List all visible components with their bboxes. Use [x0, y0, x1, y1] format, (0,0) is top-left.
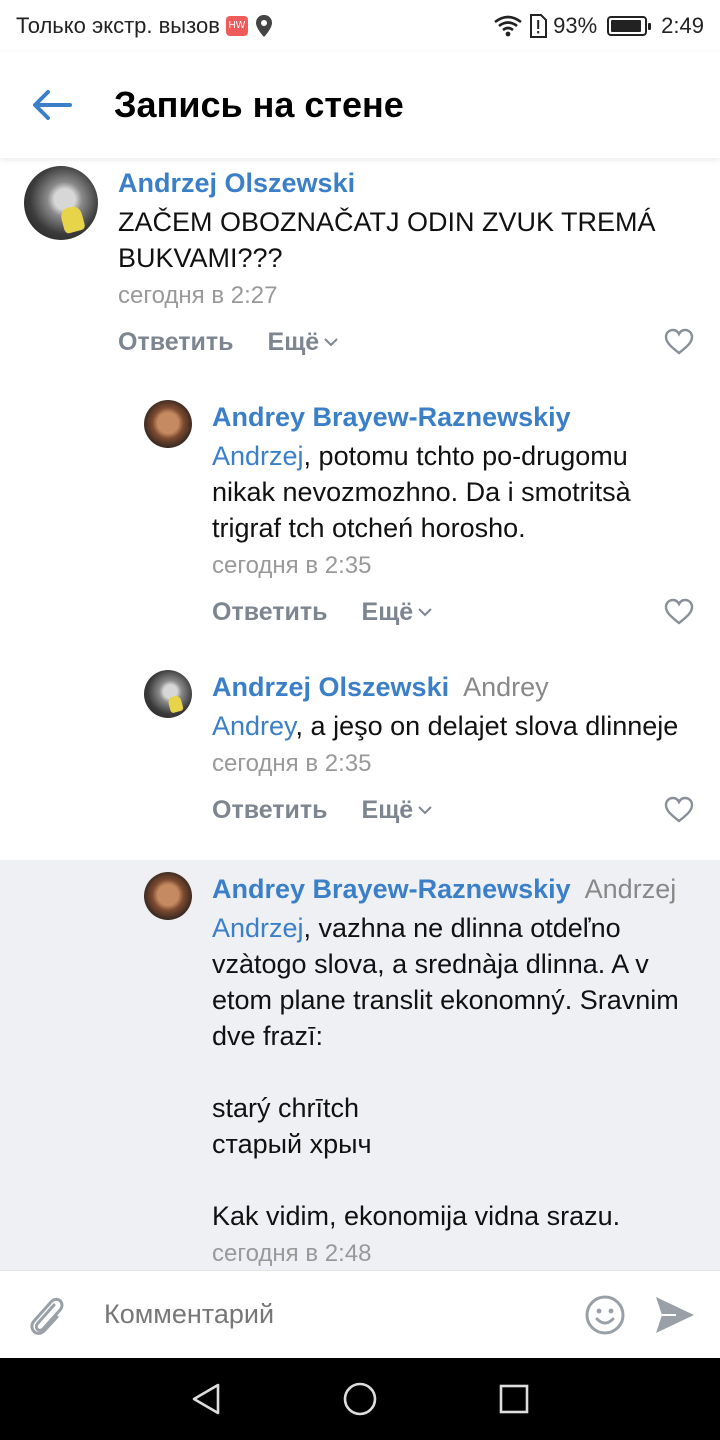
chevron-down-icon	[418, 806, 432, 815]
reply-button[interactable]: Ответить	[118, 328, 234, 357]
author-name[interactable]: Andrzej Olszewski	[212, 672, 449, 702]
more-label: Ещё	[267, 327, 320, 356]
mention-link[interactable]: Andrzej	[212, 441, 304, 471]
avatar[interactable]	[144, 872, 192, 920]
mention-link[interactable]: Andrey	[212, 711, 296, 741]
comment-text-content: , vazhna ne dlinna otdeľno vzàtogo slova…	[212, 913, 679, 1231]
emoji-smile-icon[interactable]	[584, 1294, 626, 1336]
comment-text: Andrey, a jeşo on delajet slova dlinneje	[212, 708, 694, 744]
comment-input[interactable]	[104, 1299, 584, 1330]
comment-item: Andrzej Olszewski ZAČEM OBOZNAČATJ ODIN …	[0, 158, 720, 386]
comments-list[interactable]: Andrzej Olszewski ZAČEM OBOZNAČATJ ODIN …	[0, 158, 720, 1270]
reply-button[interactable]: Ответить	[212, 598, 328, 627]
nav-recents-icon[interactable]	[498, 1383, 530, 1415]
more-label: Ещё	[361, 795, 414, 824]
comment-actions: Ответить Ещё	[212, 790, 694, 830]
wifi-icon	[494, 15, 522, 37]
comment-item-highlighted: Andrey Brayew-Raznewskiy Andrzej Andrzej,…	[0, 860, 720, 1270]
comment-item: Andrzej Olszewski Andrey Andrey, a jeşo o…	[0, 662, 720, 860]
comment-time: сегодня в 2:35	[212, 750, 372, 777]
comment-time: сегодня в 2:35	[212, 552, 372, 579]
comment-actions: Ответить Ещё	[212, 592, 694, 632]
like-heart-icon[interactable]	[664, 598, 694, 626]
status-right: 93% 2:49	[493, 13, 704, 39]
attach-paperclip-icon[interactable]	[24, 1291, 68, 1339]
nav-back-icon[interactable]	[190, 1382, 222, 1416]
send-icon[interactable]	[654, 1295, 696, 1335]
comment-body: Andrey Brayew-Raznewskiy Andrzej, potomu…	[212, 400, 694, 632]
app-header: Запись на стене	[0, 52, 720, 158]
system-nav-bar	[0, 1358, 720, 1440]
more-button[interactable]: Ещё	[362, 796, 434, 825]
author-name[interactable]: Andrey Brayew-Raznewskiy	[212, 874, 571, 904]
comment-body: Andrey Brayew-Raznewskiy Andrzej Andrzej,…	[212, 872, 694, 1270]
page-title: Запись на стене	[114, 84, 404, 125]
chevron-down-icon	[418, 608, 432, 617]
location-icon	[255, 15, 272, 37]
chevron-down-icon	[324, 338, 338, 347]
comment-text: ZAČEM OBOZNAČATJ ODIN ZVUK TREMÁ BUKVAMI…	[118, 204, 694, 276]
reply-button[interactable]: Ответить	[212, 796, 328, 825]
comment-text-content: ZAČEM OBOZNAČATJ ODIN ZVUK TREMÁ BUKVAMI…	[118, 207, 664, 273]
comment-body: Andrzej Olszewski Andrey Andrey, a jeşo o…	[212, 670, 694, 830]
comment-item: Andrey Brayew-Raznewskiy Andrzej, potomu…	[0, 386, 720, 662]
status-left: Только экстр. вызов HW	[16, 13, 274, 39]
nav-home-icon[interactable]	[342, 1381, 378, 1417]
battery-percent: 93%	[553, 13, 598, 38]
avatar[interactable]	[24, 166, 98, 240]
carrier-text: Только экстр. вызов	[16, 13, 220, 38]
avatar[interactable]	[144, 400, 192, 448]
author-line: Andrzej Olszewski	[118, 166, 694, 200]
like-heart-icon[interactable]	[664, 796, 694, 824]
more-button[interactable]: Ещё	[362, 598, 434, 627]
like-heart-icon[interactable]	[664, 328, 694, 356]
clock: 2:49	[661, 13, 704, 38]
author-name[interactable]: Andrey Brayew-Raznewskiy	[212, 402, 571, 432]
comment-text: Andrzej, vazhna ne dlinna otdeľno vzàtog…	[212, 910, 694, 1234]
sim-alert-icon	[530, 14, 548, 38]
battery-fill	[611, 20, 641, 32]
back-arrow-icon[interactable]	[30, 87, 74, 123]
comment-actions: Ответить Ещё	[118, 322, 694, 362]
comment-text: Andrzej, potomu tchto po-drugomu nikak n…	[212, 438, 694, 546]
comment-text-content: , a jeşo on delajet slova dlinneje	[295, 711, 679, 741]
reply-to-name[interactable]: Andrey	[463, 672, 549, 702]
huawei-icon: HW	[225, 16, 248, 36]
status-bar: Только экстр. вызов HW 93% 2:49	[0, 0, 720, 52]
comment-time: сегодня в 2:27	[118, 282, 278, 309]
more-label: Ещё	[361, 597, 414, 626]
author-line: Andrzej Olszewski Andrey	[212, 670, 694, 704]
author-name[interactable]: Andrzej Olszewski	[118, 168, 355, 198]
battery-icon	[607, 16, 652, 36]
avatar[interactable]	[144, 670, 192, 718]
comment-composer	[0, 1270, 720, 1358]
author-line: Andrey Brayew-Raznewskiy Andrzej	[212, 872, 694, 906]
author-line: Andrey Brayew-Raznewskiy	[212, 400, 694, 434]
comment-body: Andrzej Olszewski ZAČEM OBOZNAČATJ ODIN …	[118, 166, 694, 362]
comment-time: сегодня в 2:48	[212, 1240, 372, 1267]
more-button[interactable]: Ещё	[268, 328, 340, 357]
reply-to-name[interactable]: Andrzej	[585, 874, 677, 904]
mention-link[interactable]: Andrzej	[212, 913, 304, 943]
